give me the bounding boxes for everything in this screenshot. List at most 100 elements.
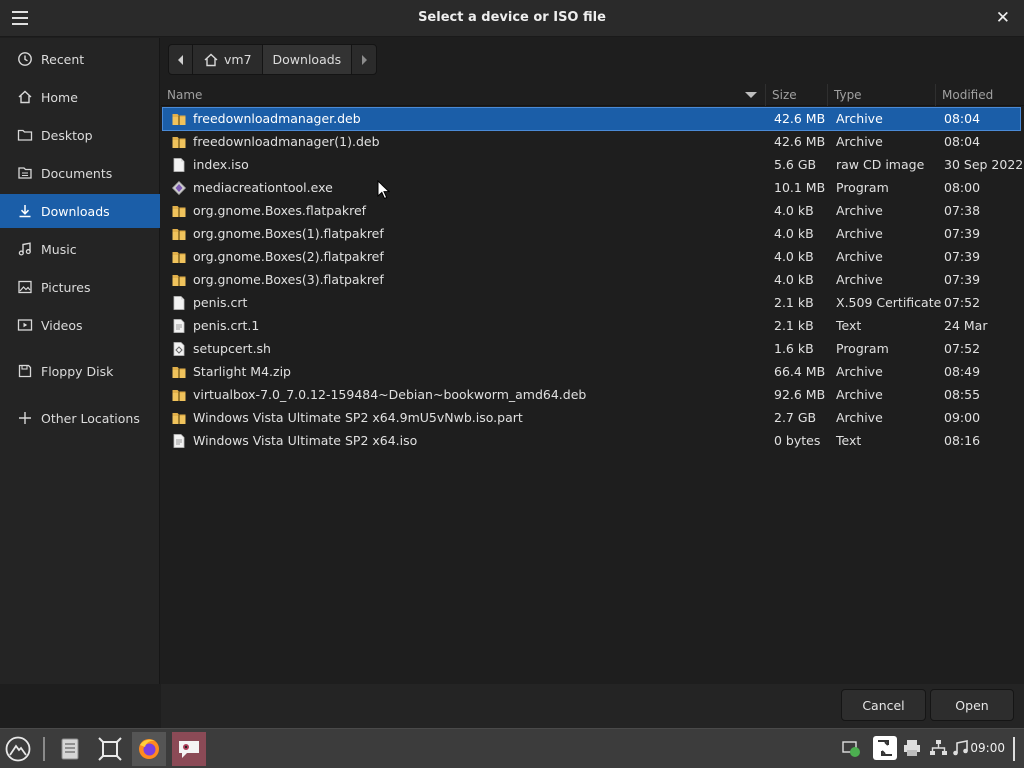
sidebar-item-desktop[interactable]: Desktop bbox=[0, 118, 160, 152]
text-file-icon bbox=[171, 318, 187, 334]
file-name: Windows Vista Ultimate SP2 x64.9mU5vNwb.… bbox=[193, 410, 523, 425]
sidebar-item-music[interactable]: Music bbox=[0, 232, 160, 266]
file-row[interactable]: penis.crt.1 2.1 kB Text 24 Mar bbox=[163, 315, 1020, 337]
file-row[interactable]: penis.crt 2.1 kB X.509 Certificate 07:52 bbox=[163, 292, 1020, 314]
file-modified: 30 Sep 2022 bbox=[944, 157, 1024, 172]
sidebar-item-recent[interactable]: Recent bbox=[0, 42, 160, 76]
sidebar-item-downloads[interactable]: Downloads bbox=[0, 194, 160, 228]
music-icon bbox=[16, 240, 34, 258]
archive-icon bbox=[171, 272, 187, 288]
file-row[interactable]: org.gnome.Boxes(3).flatpakref 4.0 kB Archi… bbox=[163, 269, 1020, 291]
file-name: org.gnome.Boxes(1).flatpakref bbox=[193, 226, 384, 241]
chat-app-icon[interactable] bbox=[172, 732, 206, 766]
script-icon bbox=[171, 341, 187, 357]
file-manager-icon[interactable] bbox=[53, 732, 87, 766]
file-size: 4.0 kB bbox=[774, 272, 814, 287]
file-modified: 08:16 bbox=[944, 433, 981, 448]
file-row[interactable]: org.gnome.Boxes.flatpakref 4.0 kB Archive 0… bbox=[163, 200, 1020, 222]
file-modified: 07:39 bbox=[944, 226, 981, 241]
archive-icon bbox=[171, 249, 187, 265]
file-row[interactable]: index.iso 5.6 GB raw CD image 30 Sep 2022 bbox=[163, 154, 1024, 176]
file-row[interactable]: freedownloadmanager.deb 42.6 MB Archive 08:… bbox=[162, 107, 1021, 131]
sidebar-item-label: Recent bbox=[41, 51, 85, 67]
file-modified: 08:55 bbox=[944, 387, 981, 402]
network-icon[interactable] bbox=[928, 738, 948, 758]
start-menu-icon[interactable] bbox=[1, 732, 35, 766]
file-type: Archive bbox=[836, 111, 883, 126]
file-row[interactable]: Starlight M4.zip 66.4 MB Archive 08:49 bbox=[163, 361, 1020, 383]
file-size: 42.6 MB bbox=[774, 111, 826, 126]
file-modified: 07:39 bbox=[944, 272, 981, 287]
home-icon bbox=[204, 53, 218, 66]
path-bar: vm7 Downloads bbox=[168, 44, 378, 75]
sidebar-item-videos[interactable]: Videos bbox=[0, 308, 160, 342]
open-button[interactable]: Open bbox=[930, 689, 1014, 721]
firefox-icon[interactable] bbox=[132, 732, 166, 766]
file-size: 92.6 MB bbox=[774, 387, 826, 402]
file-row[interactable]: Windows Vista Ultimate SP2 x64.iso 0 byte… bbox=[163, 430, 1020, 452]
file-size: 2.7 GB bbox=[774, 410, 817, 425]
sidebar-item-label: Pictures bbox=[41, 279, 91, 295]
sidebar-item-documents[interactable]: Documents bbox=[0, 156, 160, 190]
path-forward-button[interactable] bbox=[352, 45, 376, 74]
file-size: 2.1 kB bbox=[774, 295, 814, 310]
column-header-type[interactable]: Type bbox=[834, 88, 862, 102]
file-name: Windows Vista Ultimate SP2 x64.iso bbox=[193, 433, 418, 448]
column-header-modified[interactable]: Modified bbox=[942, 88, 993, 102]
file-name: Starlight M4.zip bbox=[193, 364, 291, 379]
file-row[interactable]: Windows Vista Ultimate SP2 x64.9mU5vNwb.… bbox=[163, 407, 1020, 429]
update-notifier-icon[interactable] bbox=[841, 738, 861, 758]
taskbar: 09:00 bbox=[0, 728, 1024, 768]
close-icon[interactable]: ✕ bbox=[996, 8, 1010, 28]
file-name: penis.crt bbox=[193, 295, 248, 310]
sidebar-item-label: Home bbox=[41, 89, 78, 105]
file-name: freedownloadmanager.deb bbox=[193, 111, 361, 126]
taskbar-clock[interactable]: 09:00 bbox=[970, 741, 1005, 755]
sidebar-item-label: Music bbox=[41, 241, 77, 257]
clock-icon bbox=[16, 50, 34, 68]
file-name: org.gnome.Boxes(2).flatpakref bbox=[193, 249, 384, 264]
file-name: org.gnome.Boxes.flatpakref bbox=[193, 203, 367, 218]
printer-icon[interactable] bbox=[902, 738, 922, 758]
file-name: setupcert.sh bbox=[193, 341, 271, 356]
show-desktop-edge[interactable] bbox=[1013, 737, 1015, 761]
column-header-name[interactable]: Name bbox=[167, 88, 202, 102]
file-row[interactable]: virtualbox-7.0_7.0.12-159484~Debian~book… bbox=[163, 384, 1020, 406]
screen-switch-icon[interactable] bbox=[873, 736, 897, 760]
sidebar-item-other-locations[interactable]: Other Locations bbox=[0, 401, 160, 435]
file-row[interactable]: org.gnome.Boxes(1).flatpakref 4.0 kB Archi… bbox=[163, 223, 1020, 245]
executable-icon bbox=[171, 180, 187, 196]
path-segment-downloads[interactable]: Downloads bbox=[262, 45, 353, 74]
cancel-button[interactable]: Cancel bbox=[841, 689, 926, 721]
text-file-icon bbox=[171, 433, 187, 449]
file-row[interactable]: mediacreationtool.exe 10.1 MB Program 08:00 bbox=[163, 177, 1020, 199]
file-name: index.iso bbox=[193, 157, 249, 172]
taskbar-separator bbox=[43, 737, 45, 761]
file-row[interactable]: setupcert.sh 1.6 kB Program 07:52 bbox=[163, 338, 1020, 360]
file-type: raw CD image bbox=[836, 157, 925, 172]
sidebar-item-pictures[interactable]: Pictures bbox=[0, 270, 160, 304]
file-modified: 07:39 bbox=[944, 249, 981, 264]
file-type: Archive bbox=[836, 272, 883, 287]
path-back-button[interactable] bbox=[169, 45, 193, 74]
file-row[interactable]: org.gnome.Boxes(2).flatpakref 4.0 kB Archi… bbox=[163, 246, 1020, 268]
sidebar-item-home[interactable]: Home bbox=[0, 80, 160, 114]
archive-icon bbox=[171, 203, 187, 219]
sidebar-item-floppy-disk[interactable]: Floppy Disk bbox=[0, 354, 160, 388]
volume-icon[interactable] bbox=[951, 738, 971, 758]
file-row[interactable]: freedownloadmanager(1).deb 42.6 MB Archive… bbox=[163, 131, 1020, 153]
archive-icon bbox=[171, 134, 187, 150]
file-modified: 09:00 bbox=[944, 410, 981, 425]
archive-icon bbox=[171, 364, 187, 380]
window-switcher-icon[interactable] bbox=[93, 732, 127, 766]
file-type: Program bbox=[836, 341, 889, 356]
column-header-size[interactable]: Size bbox=[772, 88, 797, 102]
path-segment-home[interactable]: vm7 bbox=[193, 45, 263, 74]
file-modified: 08:49 bbox=[944, 364, 981, 379]
sort-descending-icon[interactable] bbox=[745, 92, 757, 98]
file-size: 2.1 kB bbox=[774, 318, 814, 333]
file-name: virtualbox-7.0_7.0.12-159484~Debian~book… bbox=[193, 387, 587, 402]
sidebar-item-label: Other Locations bbox=[41, 410, 140, 426]
file-name: freedownloadmanager(1).deb bbox=[193, 134, 380, 149]
file-size: 5.6 GB bbox=[774, 157, 817, 172]
